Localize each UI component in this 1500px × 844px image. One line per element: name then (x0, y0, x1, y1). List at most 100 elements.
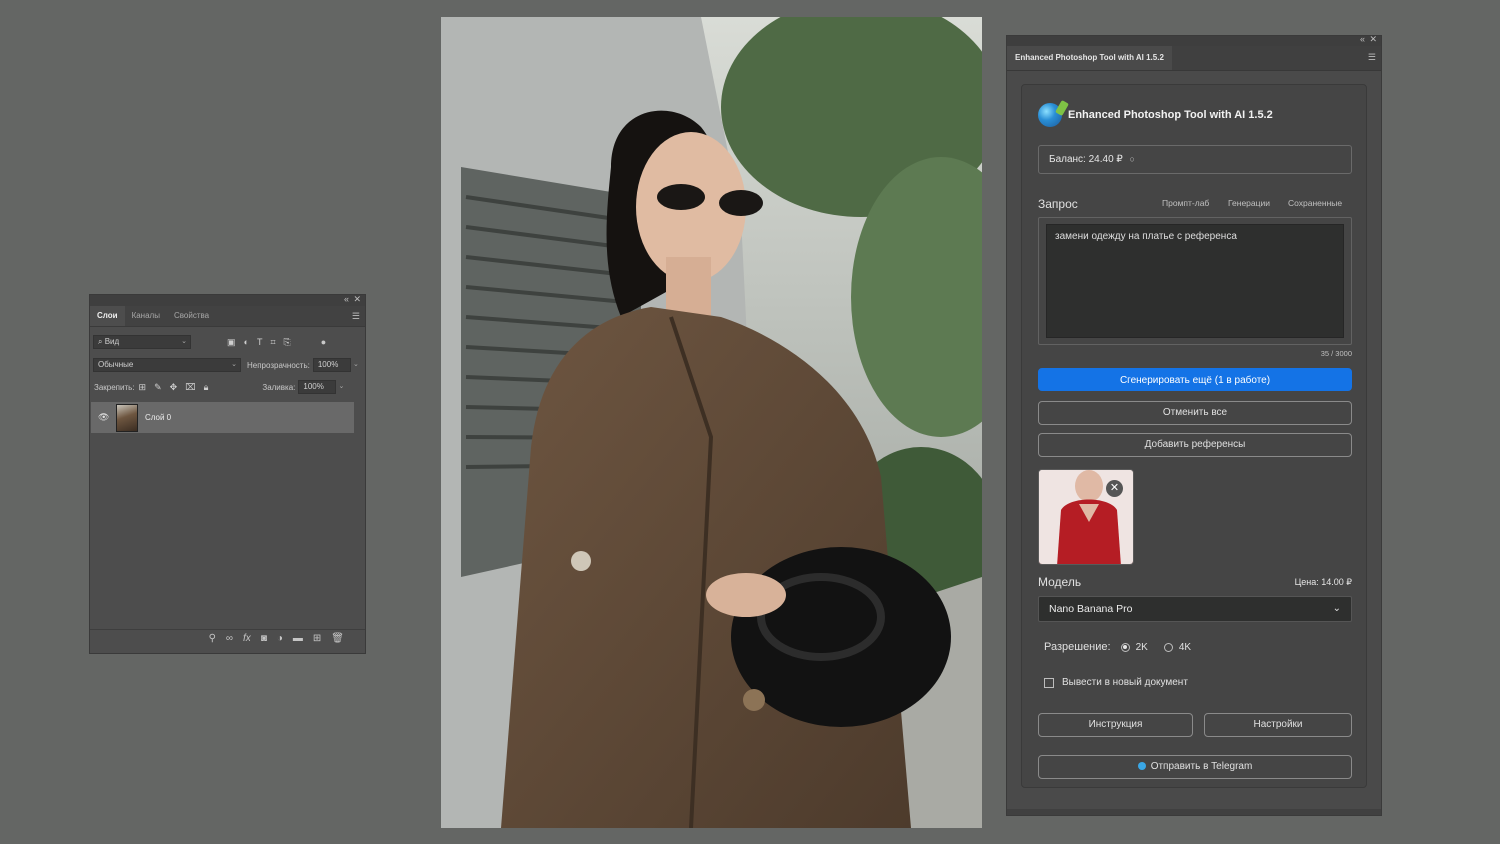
plugin-tabbar: Enhanced Photoshop Tool with AI 1.5.2 ☰ (1007, 46, 1381, 71)
opacity-label: Непрозрачность: (247, 360, 310, 370)
layer-row[interactable]: 👁︎ Слой 0 (91, 402, 354, 433)
prompt-label: Запрос (1038, 197, 1078, 211)
tab-layers[interactable]: Слои (90, 306, 125, 326)
balance-text: Баланс: 24.40 ₽ (1049, 154, 1123, 165)
blend-row: Обычные ⌄ Непрозрачность: 100% ⌄ (90, 358, 365, 372)
eye-icon[interactable]: 👁︎ (98, 412, 112, 423)
refresh-icon[interactable]: ○ (1130, 154, 1135, 164)
layer-thumbnail (116, 403, 138, 432)
telegram-button-label: Отправить в Telegram (1150, 761, 1253, 772)
mask-icon[interactable]: ◙ (261, 633, 267, 644)
plugin-panel: « ✕ Enhanced Photoshop Tool with AI 1.5.… (1006, 34, 1382, 816)
panel-menu-icon[interactable]: ☰ (1368, 52, 1376, 63)
filter-row: ⌕ Вид ⌄ ▣ ◐ T ⌗ ⎘ ● (90, 335, 365, 349)
lock-label: Закрепить: (94, 382, 135, 392)
model-value: Nano Banana Pro (1049, 603, 1133, 615)
chevron-down-icon: ⌄ (1332, 603, 1341, 614)
model-label: Модель (1038, 575, 1082, 589)
adjustment-filter-icon[interactable]: ◐ (244, 337, 249, 347)
document-canvas[interactable] (441, 17, 982, 828)
layers-panel: « ✕ Слои Каналы Свойства ☰ ⌕ Вид ⌄ ▣ ◐ T… (89, 294, 366, 654)
new-layer-icon[interactable]: ⊞ (313, 633, 321, 644)
plugin-titlebar: « ✕ (1007, 34, 1381, 46)
tab-prompt-lab[interactable]: Промпт-лаб (1162, 198, 1209, 208)
chain-icon[interactable]: ∞ (226, 633, 233, 644)
lock-move-icon[interactable]: ✥ (170, 382, 178, 393)
radio-4k-label[interactable]: 4K (1179, 642, 1191, 653)
search-icon: ⌕ (98, 337, 103, 346)
shape-filter-icon[interactable]: ⌗ (270, 337, 275, 348)
lock-all-icon[interactable]: 🔒︎ (204, 382, 209, 393)
new-document-label[interactable]: Вывести в новый документ (1062, 677, 1188, 688)
link-layers-icon[interactable]: ⚲ (209, 633, 216, 644)
plugin-header: Enhanced Photoshop Tool with AI 1.5.2 (1038, 103, 1273, 127)
photo-image (441, 17, 982, 828)
type-filter-icon[interactable]: T (257, 337, 263, 347)
chevron-down-icon[interactable]: ⌄ (353, 359, 359, 371)
plugin-scrollbar[interactable] (1007, 809, 1381, 815)
fill-value: 100% (303, 382, 324, 391)
folder-icon[interactable]: ▬ (293, 633, 303, 644)
layers-bottom-toolbar: ⚲ ∞ fx ◙ ◑ ▬ ⊞ 🗑︎ (90, 629, 365, 647)
filter-kind-select[interactable]: ⌕ Вид ⌄ (93, 335, 191, 349)
close-icon[interactable]: ✕ (1369, 34, 1377, 45)
lock-brush-icon[interactable]: ✎ (154, 382, 162, 393)
tab-saved[interactable]: Сохраненные (1288, 198, 1342, 208)
blend-mode-select[interactable]: Обычные ⌄ (93, 358, 241, 372)
image-filter-icon[interactable]: ▣ (227, 337, 236, 348)
lock-row: Закрепить: ⊞ ✎ ✥ ⌧ 🔒︎ Заливка: 100% ⌄ (90, 380, 365, 394)
lock-artboard-icon[interactable]: ⌧ (185, 382, 195, 393)
chevron-down-icon: ⌄ (231, 361, 237, 368)
radio-2k[interactable] (1120, 642, 1130, 652)
resolution-row: Разрешение: 2K 4K (1044, 641, 1191, 653)
price-text: Цена: 14.00 ₽ (1294, 577, 1352, 587)
filter-kind-label: Вид (104, 337, 120, 346)
globe-brush-logo-icon (1038, 103, 1062, 127)
adjustment-layer-icon[interactable]: ◑ (277, 633, 283, 644)
model-select[interactable]: Nano Banana Pro ⌄ (1038, 596, 1352, 622)
new-document-checkbox[interactable] (1044, 677, 1054, 688)
instructions-button[interactable]: Инструкция (1038, 713, 1193, 737)
trash-icon[interactable]: 🗑︎ (331, 633, 344, 644)
telegram-button[interactable]: Отправить в Telegram (1038, 755, 1352, 779)
generate-button[interactable]: Сгенерировать ещё (1 в работе) (1038, 368, 1352, 391)
close-icon[interactable]: ✕ (353, 294, 361, 305)
cancel-all-button[interactable]: Отменить все (1038, 401, 1352, 425)
telegram-icon (1137, 762, 1146, 770)
plugin-title: Enhanced Photoshop Tool with AI 1.5.2 (1068, 109, 1273, 121)
smart-object-filter-icon[interactable]: ⎘ (284, 337, 291, 348)
remove-reference-icon[interactable]: ✕ (1106, 480, 1123, 497)
radio-2k-label[interactable]: 2K (1136, 642, 1148, 653)
fill-label: Заливка: (262, 382, 296, 392)
tab-channels[interactable]: Каналы (125, 306, 167, 326)
layer-name: Слой 0 (145, 413, 172, 422)
layers-panel-titlebar: « ✕ (90, 294, 365, 306)
resolution-label: Разрешение: (1044, 641, 1111, 653)
fx-icon[interactable]: fx (243, 633, 251, 644)
filter-toggle-icon[interactable]: ● (321, 337, 326, 347)
layers-panel-tabs: Слои Каналы Свойства ☰ (90, 306, 365, 327)
chevron-down-icon: ⌄ (181, 338, 187, 345)
radio-4k[interactable] (1163, 642, 1173, 652)
lock-transparent-icon[interactable]: ⊞ (139, 382, 147, 393)
plugin-content: Enhanced Photoshop Tool with AI 1.5.2 Ба… (1021, 84, 1367, 788)
new-document-row: Вывести в новый документ (1044, 677, 1188, 688)
tab-generations[interactable]: Генерации (1228, 198, 1270, 208)
tab-plugin[interactable]: Enhanced Photoshop Tool with AI 1.5.2 (1007, 46, 1172, 70)
panel-menu-icon[interactable]: ☰ (352, 311, 360, 322)
prompt-textarea[interactable]: замени одежду на платье с референса (1046, 224, 1344, 338)
char-counter: 35 / 3000 (1320, 349, 1352, 358)
chevron-down-icon[interactable]: ⌄ (339, 381, 345, 393)
reference-thumbnail[interactable]: ✕ (1038, 469, 1134, 565)
collapse-icon[interactable]: « (1360, 34, 1365, 44)
collapse-icon[interactable]: « (344, 294, 349, 304)
blend-mode-value: Обычные (98, 360, 134, 369)
opacity-input[interactable]: 100% ⌄ (312, 358, 359, 372)
settings-button[interactable]: Настройки (1204, 713, 1352, 737)
tab-properties[interactable]: Свойства (167, 306, 216, 326)
balance-box: Баланс: 24.40 ₽ ○ (1038, 145, 1352, 174)
fill-input[interactable]: 100% ⌄ (298, 380, 344, 394)
prompt-frame: замени одежду на платье с референса (1038, 217, 1352, 345)
add-references-button[interactable]: Добавить референсы (1038, 433, 1352, 457)
opacity-value: 100% (317, 360, 339, 369)
